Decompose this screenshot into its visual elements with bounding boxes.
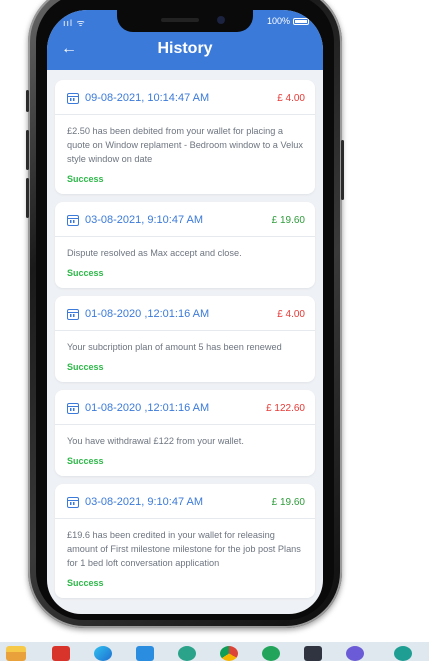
edge-browser-icon[interactable] (94, 646, 112, 661)
transaction-date: 01-08-2020 ,12:01:16 AM (67, 402, 209, 414)
app-red-icon[interactable] (52, 646, 70, 661)
calendar-icon (67, 496, 79, 508)
taskbar (0, 642, 429, 661)
transaction-amount: £ 19.60 (271, 496, 305, 508)
status-label: Success (67, 268, 104, 278)
battery-icon (293, 17, 309, 25)
status-label: Success (67, 362, 104, 372)
transaction-date: 01-08-2020 ,12:01:16 AM (67, 308, 209, 320)
transaction-description: Your subcription plan of amount 5 has be… (67, 342, 282, 352)
status-label: Success (67, 456, 104, 466)
transaction-date: 09-08-2021, 10:14:47 AM (67, 92, 209, 104)
phone-side-button (26, 90, 29, 112)
status-label: Success (67, 174, 104, 184)
calendar-icon (67, 214, 79, 226)
app-green-circle-icon[interactable] (262, 646, 280, 661)
app-green-icon[interactable] (178, 646, 196, 661)
transaction-card[interactable]: 03-08-2021, 9:10:47 AM £ 19.60 £19.6 has… (55, 484, 315, 598)
battery-label: 100% (266, 16, 290, 26)
speaker-grille (161, 18, 199, 22)
page-title: History (157, 40, 213, 57)
phone-notch (117, 10, 253, 32)
transaction-amount: £ 19.60 (271, 214, 305, 226)
transaction-card[interactable]: 03-08-2021, 9:10:47 AM £ 19.60 Dispute r… (55, 202, 315, 288)
calendar-icon (67, 92, 79, 104)
card-body: £19.6 has been credited in your wallet f… (55, 519, 315, 598)
phone-side-button (26, 178, 29, 218)
transaction-card[interactable]: 01-08-2020 ,12:01:16 AM £ 122.60 You hav… (55, 390, 315, 476)
transaction-date: 03-08-2021, 9:10:47 AM (67, 214, 203, 226)
camera-icon (217, 16, 225, 24)
card-header: 03-08-2021, 9:10:47 AM £ 19.60 (55, 202, 315, 237)
terminal-icon[interactable] (304, 646, 322, 661)
phone-power-button (341, 140, 344, 200)
phone-screen: ııl ᯤ 100% History ← 09-08-2021, 10:14:4… (47, 10, 323, 614)
date-text: 03-08-2021, 9:10:47 AM (85, 496, 204, 508)
app-header: ııl ᯤ 100% History ← (47, 10, 323, 70)
transaction-description: £2.50 has been debited from your wallet … (67, 126, 303, 164)
transaction-description: £19.6 has been credited in your wallet f… (67, 530, 301, 568)
transaction-date: 03-08-2021, 9:10:47 AM (67, 496, 203, 508)
transaction-description: You have withdrawal £122 from your walle… (67, 436, 244, 446)
date-text: 01-08-2020 ,12:01:16 AM (85, 402, 210, 414)
transaction-card[interactable]: 09-08-2021, 10:14:47 AM £ 4.00 £2.50 has… (55, 80, 315, 194)
card-header: 09-08-2021, 10:14:47 AM £ 4.00 (55, 80, 315, 115)
status-label: Success (67, 578, 104, 588)
transaction-card[interactable]: 01-08-2020 ,12:01:16 AM £ 4.00 Your subc… (55, 296, 315, 382)
date-text: 09-08-2021, 10:14:47 AM (85, 92, 210, 104)
back-arrow-icon[interactable]: ← (61, 40, 77, 58)
card-header: 03-08-2021, 9:10:47 AM £ 19.60 (55, 484, 315, 519)
stage: ııl ᯤ 100% History ← 09-08-2021, 10:14:4… (0, 0, 429, 661)
vscode-icon[interactable] (136, 646, 154, 661)
transaction-description: Dispute resolved as Max accept and close… (67, 248, 242, 258)
card-body: Dispute resolved as Max accept and close… (55, 237, 315, 288)
transaction-amount: £ 4.00 (277, 92, 305, 104)
app-purple-icon[interactable] (346, 646, 364, 661)
signal-icon: ııl ᯤ (63, 18, 86, 28)
transaction-list: 09-08-2021, 10:14:47 AM £ 4.00 £2.50 has… (55, 80, 315, 606)
date-text: 03-08-2021, 9:10:47 AM (85, 214, 204, 226)
battery-indicator: 100% (267, 16, 309, 26)
phone-side-button (26, 130, 29, 170)
file-explorer-icon[interactable] (6, 646, 26, 661)
card-body: £2.50 has been debited from your wallet … (55, 115, 315, 194)
app-teal-icon[interactable] (394, 646, 412, 661)
card-header: 01-08-2020 ,12:01:16 AM £ 4.00 (55, 296, 315, 331)
date-text: 01-08-2020 ,12:01:16 AM (85, 308, 210, 320)
transaction-amount: £ 122.60 (266, 402, 305, 414)
card-header: 01-08-2020 ,12:01:16 AM £ 122.60 (55, 390, 315, 425)
card-body: Your subcription plan of amount 5 has be… (55, 331, 315, 382)
calendar-icon (67, 308, 79, 320)
chrome-icon[interactable] (220, 646, 238, 661)
transaction-amount: £ 4.00 (277, 308, 305, 320)
card-body: You have withdrawal £122 from your walle… (55, 425, 315, 476)
calendar-icon (67, 402, 79, 414)
